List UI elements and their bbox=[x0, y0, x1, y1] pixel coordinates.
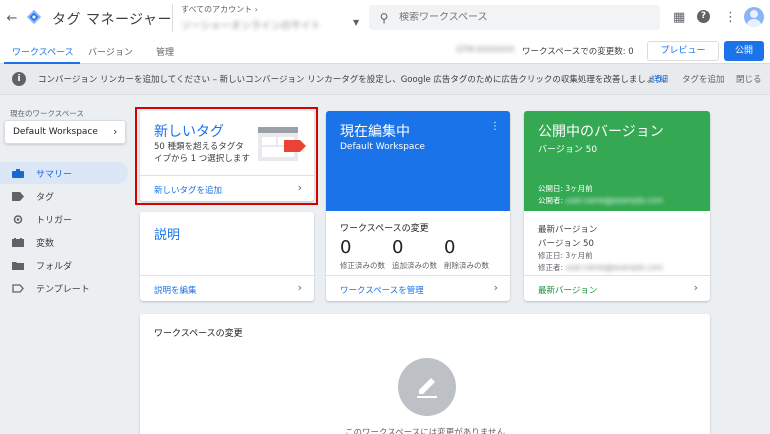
template-icon bbox=[12, 284, 24, 293]
help-icon[interactable]: ? bbox=[697, 10, 710, 23]
sidebar-item-folders[interactable]: フォルダ bbox=[0, 254, 128, 276]
current-edit-title: 現在編集中 bbox=[340, 124, 410, 140]
published-date: 公開日: 3ヶ月前 bbox=[538, 184, 593, 193]
container-id: GTM-XXXXXXX bbox=[456, 45, 515, 54]
sidebar-item-label: テンプレート bbox=[36, 285, 90, 295]
pencil-icon bbox=[417, 378, 437, 398]
preview-button[interactable]: プレビュー bbox=[647, 41, 719, 61]
sidebar-item-label: トリガー bbox=[36, 216, 73, 226]
avatar[interactable] bbox=[744, 7, 764, 27]
description-footer[interactable]: 説明を編集 › bbox=[140, 275, 314, 301]
variables-icon bbox=[12, 238, 24, 247]
folder-icon bbox=[12, 262, 24, 270]
modifier-label: 修正者: bbox=[538, 263, 564, 272]
sidebar-item-label: 変数 bbox=[36, 239, 55, 249]
tab-workspace[interactable]: ワークスペース bbox=[12, 45, 74, 58]
sidebar-item-variables[interactable]: 変数 bbox=[0, 231, 128, 253]
latest-version-number: バージョン 50 bbox=[538, 239, 594, 249]
sidebar-item-label: サマリー bbox=[36, 170, 73, 180]
info-icon: i bbox=[12, 72, 26, 86]
workspace-name: Default Workspace bbox=[13, 127, 98, 137]
empty-state-text: このワークスペースには変更がありません bbox=[345, 428, 505, 434]
tab-bar: ワークスペース バージョン 管理 GTM-XXXXXXX ワークスペースでの変更… bbox=[0, 36, 770, 64]
current-workspace-name: Default Workspace bbox=[340, 142, 425, 152]
sidebar-item-summary[interactable]: サマリー bbox=[0, 162, 128, 184]
publisher: 公開者: user.name@example.com bbox=[538, 195, 663, 206]
modified-date: 修正日: 3ヶ月前 bbox=[538, 251, 593, 260]
workspace-label: 現在のワークスペース bbox=[10, 109, 84, 118]
added-count-label: 追加済みの数 bbox=[392, 261, 437, 270]
sidebar-item-label: フォルダ bbox=[36, 262, 73, 272]
empty-state-icon bbox=[398, 358, 456, 416]
highlight-frame bbox=[135, 107, 318, 205]
notice-banner: i コンバージョン リンカーを追加してください – 新しいコンバージョン リンカ… bbox=[0, 64, 770, 95]
published-version: バージョン 50 bbox=[538, 145, 598, 155]
edit-description-link[interactable]: 説明を編集 bbox=[154, 284, 197, 296]
search-icon: ⚲ bbox=[379, 10, 389, 25]
sidebar-item-label: タグ bbox=[36, 193, 55, 203]
deleted-count-label: 削除済みの数 bbox=[444, 261, 489, 270]
tab-admin[interactable]: 管理 bbox=[156, 45, 174, 58]
publisher-email: user.name@example.com bbox=[565, 196, 663, 205]
latest-version-link[interactable]: 最新バージョン bbox=[538, 284, 597, 296]
current-edit-card: 現在編集中 Default Workspace ⋮ ワークスペースの変更 0 0… bbox=[326, 111, 510, 301]
published-title: 公開中のバージョン bbox=[538, 124, 664, 140]
chevron-right-icon: › bbox=[297, 281, 302, 294]
banner-add-tag-button[interactable]: タグを追加 bbox=[682, 73, 725, 85]
modified-count-label: 修正済みの数 bbox=[340, 261, 385, 270]
sidebar-item-triggers[interactable]: トリガー bbox=[0, 208, 128, 230]
workspace-changes-card-title: ワークスペースの変更 bbox=[154, 329, 243, 339]
description-card: 説明 説明を編集 › bbox=[140, 212, 314, 301]
app-title: タグ マネージャー bbox=[52, 12, 172, 28]
account-breadcrumb[interactable]: すべてのアカウント › bbox=[181, 4, 321, 15]
sidebar-item-templates[interactable]: テンプレート bbox=[0, 277, 128, 299]
tag-icon bbox=[12, 192, 24, 201]
published-version-card: 公開中のバージョン バージョン 50 公開日: 3ヶ月前 公開者: user.n… bbox=[524, 111, 710, 301]
apps-grid-icon[interactable]: ▦ bbox=[673, 10, 685, 25]
published-footer[interactable]: 最新バージョン › bbox=[524, 275, 710, 301]
current-edit-header: 現在編集中 Default Workspace ⋮ bbox=[326, 111, 510, 211]
chevron-right-icon: › bbox=[693, 281, 698, 294]
back-arrow-icon[interactable]: ← bbox=[4, 11, 20, 26]
description-title: 説明 bbox=[154, 228, 181, 243]
banner-text: コンバージョン リンカーを追加してください – 新しいコンバージョン リンカータ… bbox=[38, 75, 671, 85]
publish-button[interactable]: 公開 bbox=[724, 41, 764, 61]
more-vert-icon[interactable]: ⋮ bbox=[724, 10, 737, 25]
banner-learn-more-link[interactable]: 詳細 bbox=[651, 73, 668, 85]
top-app-bar: ← タグ マネージャー すべてのアカウント › ソーシャーオンラインのサイト ▼… bbox=[0, 0, 770, 36]
chevron-right-icon: › bbox=[493, 281, 498, 294]
workspace-changes-title: ワークスペースの変更 bbox=[340, 224, 429, 234]
modifier-email: user.name@example.com bbox=[565, 263, 663, 272]
gtm-logo-icon bbox=[26, 9, 42, 25]
workspace-changes-count: ワークスペースでの変更数: 0 bbox=[522, 47, 634, 57]
latest-version-title: 最新バージョン bbox=[538, 225, 598, 235]
workspace-changes-card: ワークスペースの変更 このワークスペースには変更がありません bbox=[140, 314, 710, 434]
modifier: 修正者: user.name@example.com bbox=[538, 262, 663, 273]
trigger-icon bbox=[13, 215, 23, 224]
briefcase-icon bbox=[12, 169, 24, 178]
chevron-down-icon: ▼ bbox=[353, 18, 360, 27]
more-vert-icon[interactable]: ⋮ bbox=[490, 121, 500, 132]
deleted-count: 0 bbox=[444, 237, 456, 258]
published-header: 公開中のバージョン バージョン 50 公開日: 3ヶ月前 公開者: user.n… bbox=[524, 111, 710, 211]
banner-close-button[interactable]: 閉じる bbox=[736, 73, 762, 85]
container-selector[interactable]: すべてのアカウント › ソーシャーオンラインのサイト ▼ bbox=[172, 4, 359, 32]
workspace-selector[interactable]: Default Workspace › bbox=[4, 120, 126, 144]
modified-count: 0 bbox=[340, 237, 352, 258]
publisher-label: 公開者: bbox=[538, 196, 564, 205]
manage-workspaces-link[interactable]: ワークスペースを管理 bbox=[340, 284, 424, 296]
container-name: ソーシャーオンラインのサイト bbox=[181, 21, 321, 32]
search-bar[interactable]: ⚲ bbox=[369, 5, 660, 30]
search-input[interactable] bbox=[399, 12, 639, 23]
tab-versions[interactable]: バージョン bbox=[88, 45, 133, 58]
current-edit-footer[interactable]: ワークスペースを管理 › bbox=[326, 275, 510, 301]
chevron-right-icon: › bbox=[113, 125, 118, 138]
sidebar-item-tags[interactable]: タグ bbox=[0, 185, 128, 207]
added-count: 0 bbox=[392, 237, 404, 258]
